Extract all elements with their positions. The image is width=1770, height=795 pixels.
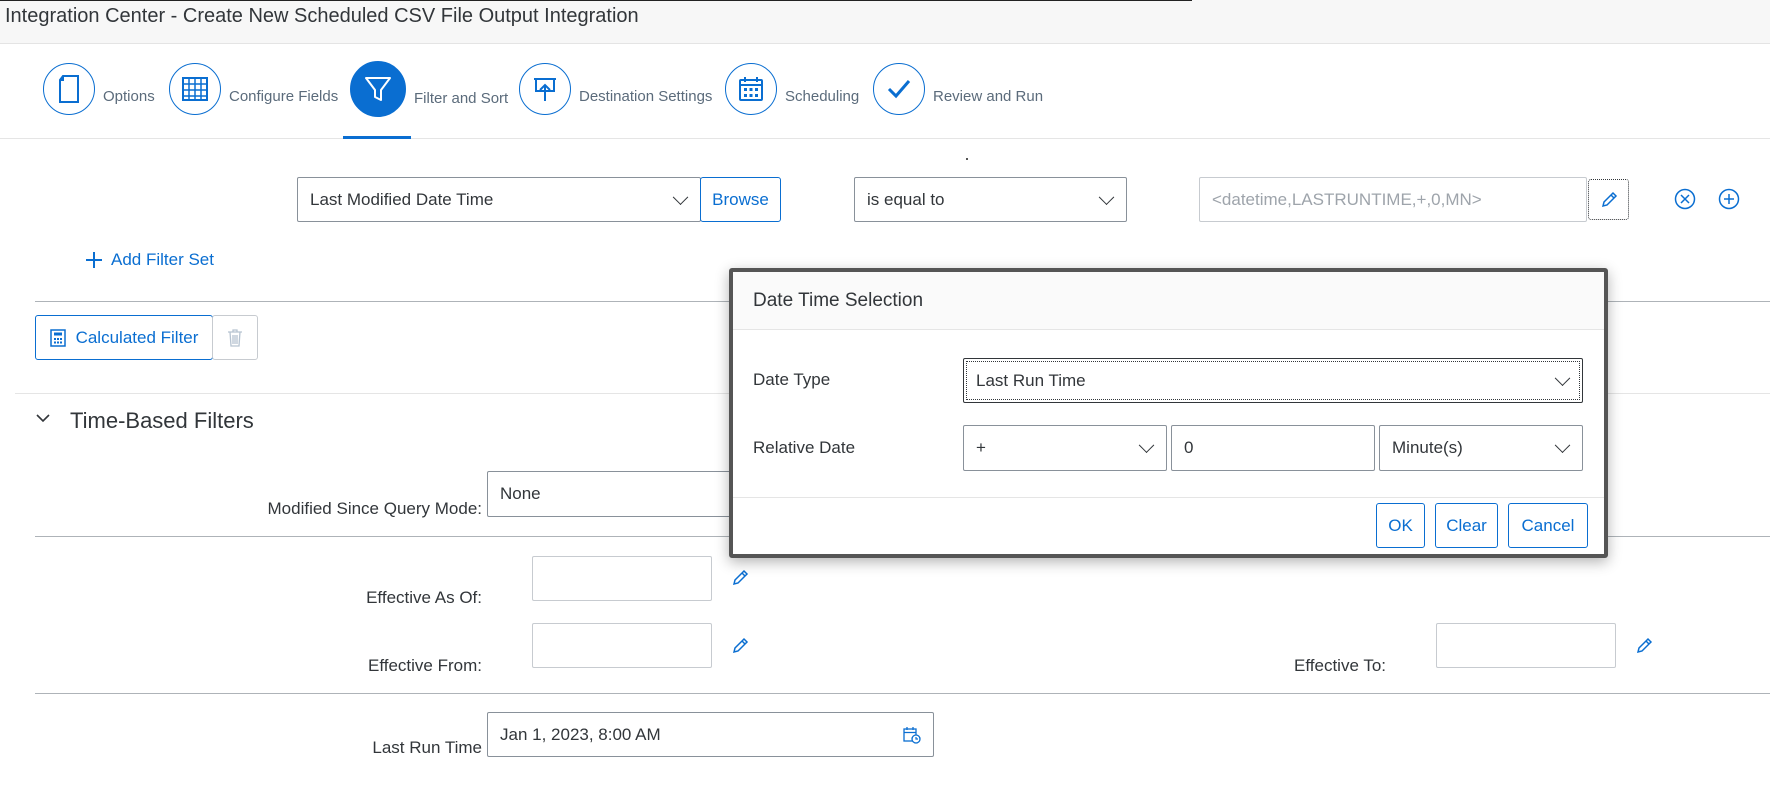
active-step-indicator — [343, 136, 411, 139]
last-run-value: Jan 1, 2023, 8:00 AM — [500, 724, 661, 744]
date-type-value: Last Run Time — [976, 370, 1086, 390]
funnel-icon — [350, 61, 406, 117]
calculated-filter-button[interactable]: Calculated Filter — [35, 315, 213, 360]
effective-from-label: Effective From: — [368, 656, 482, 675]
step-options-label: Options — [103, 87, 155, 105]
step-review-and-run[interactable]: Review and Run — [873, 63, 1043, 115]
chevron-down-icon — [672, 188, 689, 205]
edit-value-button[interactable] — [1588, 179, 1629, 220]
pencil-icon[interactable] — [1632, 634, 1656, 658]
chevron-down-icon — [1138, 437, 1155, 454]
date-time-selection-dialog: Date Time Selection Date Type Last Run T… — [729, 268, 1608, 558]
stray-dot — [966, 158, 968, 160]
collapse-chevron-icon[interactable] — [35, 410, 51, 426]
upload-icon — [519, 63, 571, 115]
date-type-label: Date Type — [753, 370, 831, 389]
filter-value-placeholder: <datetime,LASTRUNTIME,+,0,MN> — [1212, 189, 1482, 209]
relative-sign-select[interactable]: + — [963, 425, 1167, 471]
section-title: Time-Based Filters — [70, 408, 254, 433]
last-run-datetime-picker[interactable]: Jan 1, 2023, 8:00 AM — [487, 712, 934, 757]
relative-sign-value: + — [976, 438, 986, 457]
add-filter-set-label: Add Filter Set — [111, 250, 214, 269]
calendar-icon — [725, 63, 777, 115]
calculator-icon — [49, 328, 66, 347]
top-border — [0, 0, 1192, 1]
effective-as-of-label: Effective As Of: — [366, 588, 482, 607]
step-configure-fields[interactable]: Configure Fields — [169, 63, 338, 115]
clear-button[interactable]: Clear — [1435, 503, 1498, 548]
filter-field-value: Last Modified Date Time — [310, 189, 494, 209]
modified-since-value: None — [500, 484, 541, 503]
chevron-down-icon — [1554, 369, 1571, 386]
filter-value-input[interactable]: <datetime,LASTRUNTIME,+,0,MN> — [1199, 177, 1587, 222]
operator-value: is equal to — [867, 189, 945, 209]
delete-button[interactable] — [212, 315, 258, 360]
grid-icon — [169, 63, 221, 115]
add-filter-icon[interactable] — [1717, 187, 1741, 211]
effective-as-of-input[interactable] — [532, 556, 712, 601]
chevron-down-icon — [1554, 437, 1571, 454]
trash-icon — [228, 328, 242, 347]
divider — [35, 693, 1770, 694]
dialog-title: Date Time Selection — [753, 290, 924, 311]
date-type-select[interactable]: Last Run Time — [963, 358, 1583, 403]
remove-filter-icon[interactable] — [1673, 187, 1697, 211]
plus-icon — [86, 252, 102, 268]
calendar-clock-icon[interactable] — [903, 726, 921, 744]
step-options[interactable]: Options — [43, 63, 155, 115]
relative-unit-select[interactable]: Minute(s) — [1379, 425, 1583, 471]
dialog-footer: OK Clear Cancel — [733, 497, 1604, 554]
step-scheduling-label: Scheduling — [785, 87, 860, 105]
step-destination-settings-label: Destination Settings — [579, 87, 713, 105]
title-bar: Integration Center - Create New Schedule… — [0, 0, 1770, 44]
pencil-icon — [1601, 191, 1617, 207]
page-title: Integration Center - Create New Schedule… — [5, 5, 639, 27]
effective-from-input[interactable] — [532, 623, 712, 668]
relative-amount-value: 0 — [1184, 438, 1194, 457]
last-run-label: Last Run Time — [372, 738, 482, 757]
dialog-header: Date Time Selection — [733, 272, 1604, 330]
calculated-filter-label: Calculated Filter — [75, 327, 199, 347]
pencil-icon[interactable] — [728, 634, 752, 658]
relative-unit-value: Minute(s) — [1392, 438, 1463, 457]
add-filter-set-link[interactable]: Add Filter Set — [85, 248, 214, 272]
step-configure-fields-label: Configure Fields — [229, 87, 339, 105]
relative-date-label: Relative Date — [753, 438, 856, 457]
checkmark-icon — [873, 63, 925, 115]
cancel-button[interactable]: Cancel — [1508, 503, 1588, 548]
step-filter-and-sort-label: Filter and Sort — [414, 89, 509, 107]
step-destination-settings[interactable]: Destination Settings — [519, 63, 712, 115]
ok-button[interactable]: OK — [1376, 503, 1425, 548]
chevron-down-icon — [1098, 188, 1115, 205]
effective-to-label: Effective To: — [1294, 656, 1386, 675]
document-icon — [43, 63, 95, 115]
effective-to-input[interactable] — [1436, 623, 1616, 668]
pencil-icon[interactable] — [728, 566, 752, 590]
operator-select[interactable]: is equal to — [854, 177, 1127, 222]
step-filter-and-sort[interactable]: Filter and Sort — [350, 61, 508, 117]
filter-field-select[interactable]: Last Modified Date Time — [297, 177, 701, 222]
browse-button[interactable]: Browse — [700, 177, 781, 222]
wizard-step-bar: Options Configure Fields Filter and Sort… — [0, 44, 1770, 139]
modified-since-label: Modified Since Query Mode: — [267, 499, 483, 518]
step-scheduling[interactable]: Scheduling — [725, 63, 859, 115]
modified-since-select[interactable]: None — [487, 471, 747, 517]
relative-amount-input[interactable]: 0 — [1171, 425, 1375, 471]
step-review-and-run-label: Review and Run — [933, 87, 1044, 105]
